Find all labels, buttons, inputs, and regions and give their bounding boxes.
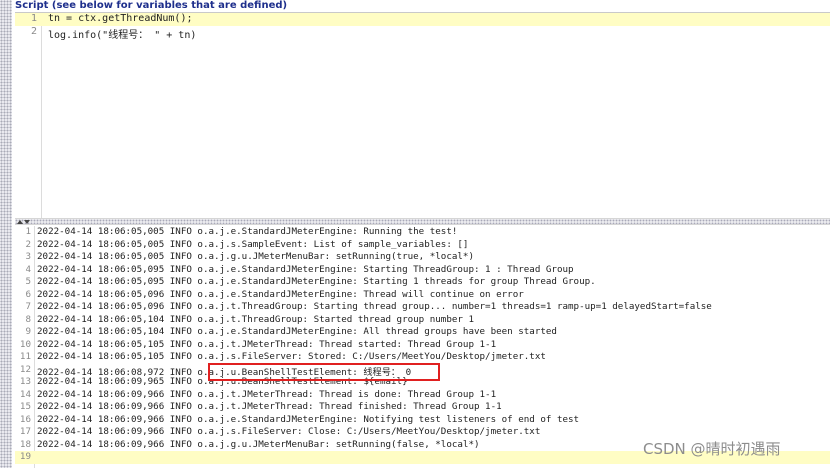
- log-text: 2022-04-14 18:06:05,005 INFO o.a.j.g.u.J…: [37, 251, 474, 262]
- line-number: 18: [19, 438, 31, 450]
- line-number: 9: [25, 326, 31, 337]
- log-line: 16 2022-04-14 18:06:09,966 INFO o.a.j.e.S…: [15, 414, 830, 427]
- line-number: 4: [25, 263, 31, 275]
- line-number: 17: [19, 426, 31, 437]
- line-number: 13: [19, 376, 31, 387]
- log-line: 17 2022-04-14 18:06:09,966 INFO o.a.j.s.F…: [15, 426, 830, 439]
- red-highlight-box: [208, 363, 440, 381]
- collapse-up-arrow-icon[interactable]: [17, 220, 23, 224]
- log-text: 2022-04-14 18:06:05,104 INFO o.a.j.t.Thr…: [37, 313, 474, 325]
- script-panel-title: Script (see below for variables that are…: [15, 0, 288, 11]
- log-text: 2022-04-14 18:06:09,966 INFO o.a.j.t.JMe…: [37, 401, 502, 412]
- log-line: 6 2022-04-14 18:06:05,096 INFO o.a.j.e.St…: [15, 289, 830, 302]
- log-text: 2022-04-14 18:06:05,095 INFO o.a.j.e.Sta…: [37, 263, 574, 275]
- log-text: 2022-04-14 18:06:05,096 INFO o.a.j.e.Sta…: [37, 288, 524, 300]
- line-number: 15: [19, 401, 31, 412]
- line-number: 5: [25, 276, 31, 287]
- script-line[interactable]: 2 log.info("线程号： " + tn): [15, 26, 830, 41]
- script-code: log.info("线程号： " + tn): [48, 30, 197, 41]
- log-line: 3 2022-04-14 18:06:05,005 INFO o.a.j.g.u.…: [15, 251, 830, 264]
- script-line[interactable]: 1 tn = ctx.getThreadNum();: [15, 13, 830, 26]
- script-editor[interactable]: 1 tn = ctx.getThreadNum(); 2 log.info("线…: [15, 12, 830, 219]
- log-text: 2022-04-14 18:06:05,096 INFO o.a.j.t.Thr…: [37, 301, 712, 312]
- log-line: 2 2022-04-14 18:06:05,005 INFO o.a.j.s.Sa…: [15, 239, 830, 252]
- log-text: 2022-04-14 18:06:05,005 INFO o.a.j.s.Sam…: [37, 238, 469, 250]
- line-number: 19: [19, 451, 31, 462]
- log-line: 14 2022-04-14 18:06:09,966 INFO o.a.j.t.J…: [15, 389, 830, 402]
- log-text: 2022-04-14 18:06:05,104 INFO o.a.j.e.Sta…: [37, 326, 557, 337]
- expand-down-arrow-icon[interactable]: [24, 220, 30, 224]
- log-line: 7 2022-04-14 18:06:05,096 INFO o.a.j.t.Th…: [15, 301, 830, 314]
- line-number: 3: [25, 251, 31, 262]
- log-text: 2022-04-14 18:06:05,005 INFO o.a.j.e.Sta…: [37, 226, 458, 237]
- script-line-gutter: [15, 13, 42, 219]
- log-text: 2022-04-14 18:06:09,966 INFO o.a.j.t.JMe…: [37, 388, 497, 400]
- log-line: 10 2022-04-14 18:06:05,105 INFO o.a.j.t.J…: [15, 339, 830, 352]
- line-number: 8: [25, 313, 31, 325]
- log-text: 2022-04-14 18:06:09,966 INFO o.a.j.e.Sta…: [37, 413, 580, 425]
- log-line: 4 2022-04-14 18:06:05,095 INFO o.a.j.e.St…: [15, 264, 830, 277]
- line-number: 16: [19, 413, 31, 425]
- line-number: 2: [25, 238, 31, 250]
- line-number: 6: [25, 288, 31, 300]
- panel-resize-grip[interactable]: [0, 0, 12, 468]
- csdn-watermark: CSDN @晴时初遇雨: [643, 440, 781, 458]
- log-text: 2022-04-14 18:06:09,966 INFO o.a.j.g.u.J…: [37, 438, 480, 450]
- log-text: 2022-04-14 18:06:05,105 INFO o.a.j.t.JMe…: [37, 338, 497, 350]
- split-pane-divider[interactable]: [15, 218, 830, 225]
- line-number: 10: [19, 338, 31, 350]
- script-code: tn = ctx.getThreadNum();: [48, 13, 193, 24]
- line-number: 7: [25, 301, 31, 312]
- log-line: 9 2022-04-14 18:06:05,104 INFO o.a.j.e.St…: [15, 326, 830, 339]
- log-line: 5 2022-04-14 18:06:05,095 INFO o.a.j.e.St…: [15, 276, 830, 289]
- log-viewer[interactable]: 1 2022-04-14 18:06:05,005 INFO o.a.j.e.St…: [15, 226, 830, 468]
- line-number: 1: [30, 13, 37, 24]
- line-number: 12: [19, 363, 31, 375]
- line-number: 11: [19, 351, 31, 362]
- log-line: 15 2022-04-14 18:06:09,966 INFO o.a.j.t.J…: [15, 401, 830, 414]
- line-number: 2: [30, 26, 37, 37]
- log-text: 2022-04-14 18:06:05,105 INFO o.a.j.s.Fil…: [37, 351, 546, 362]
- log-line: 8 2022-04-14 18:06:05,104 INFO o.a.j.t.Th…: [15, 314, 830, 327]
- log-text: 2022-04-14 18:06:09,966 INFO o.a.j.s.Fil…: [37, 426, 541, 437]
- line-number: 1: [25, 226, 31, 237]
- log-line: 1 2022-04-14 18:06:05,005 INFO o.a.j.e.St…: [15, 226, 830, 239]
- log-text: 2022-04-14 18:06:05,095 INFO o.a.j.e.Sta…: [37, 276, 596, 287]
- line-number: 14: [19, 388, 31, 400]
- log-line: 11 2022-04-14 18:06:05,105 INFO o.a.j.s.F…: [15, 351, 830, 364]
